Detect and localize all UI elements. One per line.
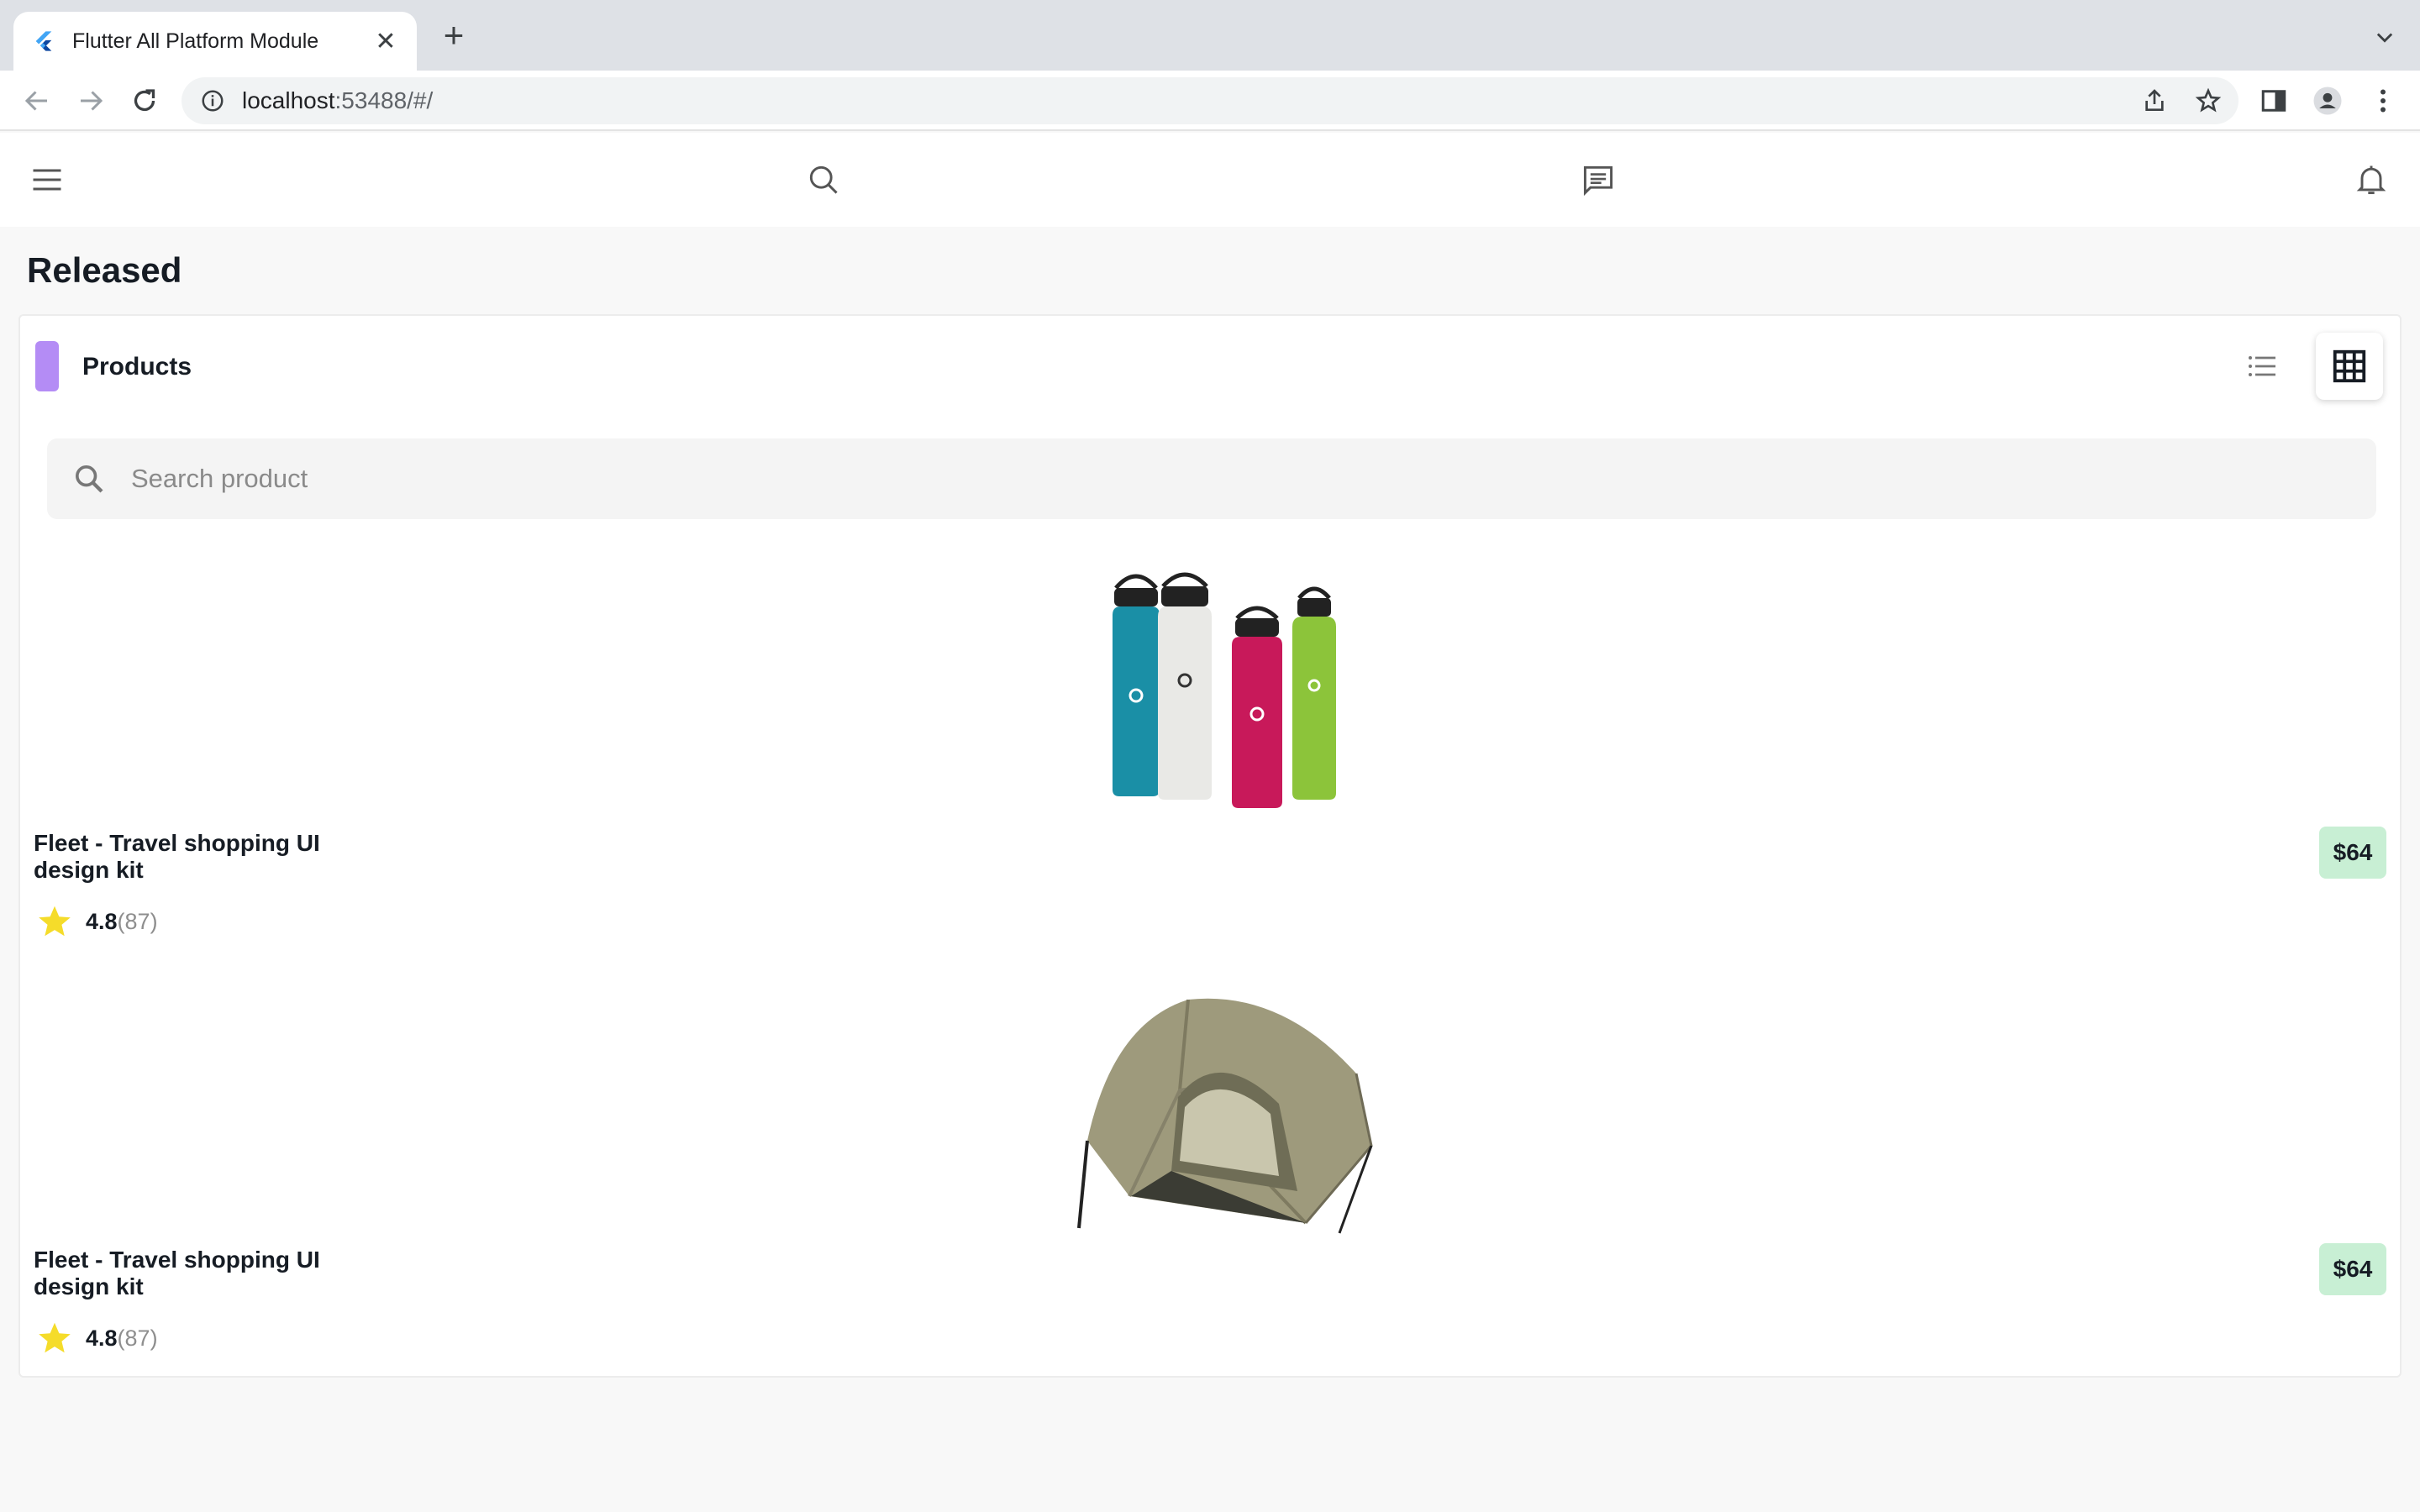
forward-icon[interactable]	[76, 86, 106, 116]
star-icon	[39, 1322, 71, 1353]
grid-view-button[interactable]	[2316, 333, 2383, 400]
menu-icon[interactable]	[29, 161, 66, 198]
close-tab-icon[interactable]: ✕	[373, 27, 398, 56]
rating: 4.8 (87)	[35, 902, 158, 941]
rating-value: 4.8	[86, 908, 118, 934]
flutter-icon	[35, 31, 52, 51]
url-text: localhost:53488/#/	[242, 87, 434, 113]
chat-icon[interactable]	[1580, 161, 1617, 198]
side-panel-icon[interactable]	[2259, 86, 2289, 116]
star-icon	[39, 906, 71, 937]
review-count: (87)	[117, 1325, 158, 1351]
browser-toolbar: localhost:53488/#/	[0, 71, 2420, 131]
site-info-icon[interactable]	[200, 88, 225, 113]
bookmark-star-icon[interactable]	[2195, 87, 2222, 114]
search-icon	[76, 465, 103, 493]
products-card: Products Search product Fleet - Travel s…	[18, 314, 2402, 1378]
address-bar[interactable]: localhost:53488/#/	[182, 77, 2238, 124]
product-search[interactable]	[47, 438, 2376, 519]
page-title: Released	[27, 250, 182, 290]
review-count: (87)	[117, 908, 158, 934]
tent-image	[1077, 998, 1373, 1234]
water-bottles-image	[1113, 572, 1336, 808]
card-accent	[35, 341, 59, 391]
product-name[interactable]: Fleet - Travel shopping UI design kit	[34, 1247, 336, 1300]
new-tab-icon[interactable]: +	[437, 18, 471, 53]
search-icon[interactable]	[805, 161, 842, 198]
reload-icon[interactable]	[129, 86, 160, 116]
card-header: Products	[20, 316, 2400, 417]
browser-menu-icon[interactable]	[2368, 86, 2398, 116]
tab-title: Flutter All Platform Module	[72, 29, 319, 53]
chevron-down-icon[interactable]	[2373, 25, 2396, 49]
card-title: Products	[82, 353, 192, 381]
profile-avatar-icon[interactable]	[2312, 86, 2343, 116]
bell-icon[interactable]	[2353, 161, 2390, 198]
product-item[interactable]: Fleet - Travel shopping UI design kit $6…	[20, 981, 2400, 1398]
price-badge: $64	[2319, 827, 2386, 879]
search-input[interactable]	[131, 464, 2316, 494]
browser-tab-bar: Flutter All Platform Module ✕ +	[0, 0, 2420, 71]
back-icon[interactable]	[22, 86, 52, 116]
product-name[interactable]: Fleet - Travel shopping UI design kit	[34, 830, 336, 884]
grid-view-icon	[2333, 349, 2366, 383]
price-badge: $64	[2319, 1243, 2386, 1295]
share-icon[interactable]	[2141, 87, 2168, 114]
app-bar	[0, 133, 2420, 227]
product-item[interactable]: Fleet - Travel shopping UI design kit $6…	[20, 564, 2400, 981]
rating: 4.8 (87)	[35, 1319, 158, 1357]
rating-value: 4.8	[86, 1325, 118, 1351]
browser-tab[interactable]: Flutter All Platform Module ✕	[13, 12, 417, 71]
list-view-icon[interactable]	[2242, 346, 2282, 386]
